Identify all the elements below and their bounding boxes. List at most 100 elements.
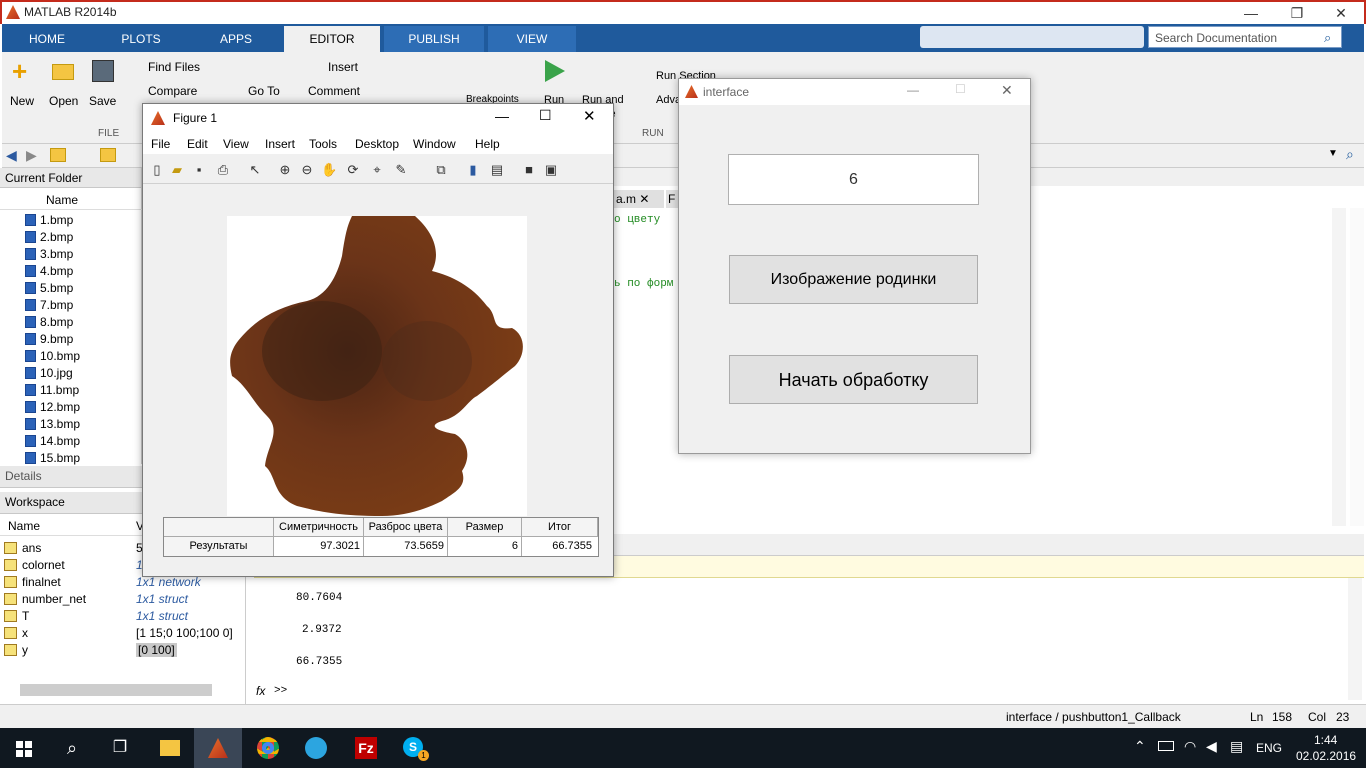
menu-tools[interactable]: Tools	[309, 137, 337, 151]
result-field[interactable]: 6	[728, 154, 979, 205]
pan-icon[interactable]: ✋	[321, 162, 337, 178]
show-plot-tools-icon[interactable]: ▣	[543, 162, 559, 178]
start-button[interactable]	[0, 728, 48, 768]
skype-icon[interactable]: S 1	[390, 728, 438, 768]
file-item[interactable]: 13.bmp	[25, 417, 80, 431]
back-arrow-icon[interactable]: ◀	[6, 147, 17, 164]
menu-insert[interactable]: Insert	[265, 137, 295, 151]
data-cursor-icon[interactable]: ⌖	[369, 162, 385, 178]
forward-arrow-icon[interactable]: ▶	[26, 147, 37, 164]
go-to-button[interactable]: Go To	[248, 84, 280, 98]
run-icon[interactable]	[545, 60, 565, 82]
interface-minimize-button[interactable]: —	[907, 83, 919, 97]
fx-icon[interactable]: fx	[256, 684, 265, 698]
tray-chevron-icon[interactable]: ⌃	[1134, 738, 1146, 755]
file-explorer-icon[interactable]	[146, 728, 194, 768]
language-indicator[interactable]: ENG	[1256, 741, 1282, 755]
menu-edit[interactable]: Edit	[187, 137, 208, 151]
chrome-icon[interactable]	[244, 728, 292, 768]
command-scrollbar[interactable]	[1348, 578, 1362, 700]
details-header[interactable]: Details	[0, 466, 142, 488]
file-item[interactable]: 11.bmp	[25, 383, 79, 397]
cell-color-spread[interactable]: 73.5659	[364, 537, 448, 556]
legend-icon[interactable]: ▤	[489, 162, 505, 178]
new-button[interactable]: New	[10, 94, 34, 108]
new-plus-icon[interactable]: +	[12, 58, 34, 84]
mole-image-button[interactable]: Изображение родинки	[729, 255, 978, 304]
volume-icon[interactable]: ◀	[1206, 738, 1217, 755]
start-processing-button[interactable]: Начать обработку	[729, 355, 978, 404]
file-item[interactable]: 3.bmp	[25, 247, 73, 261]
search-icon[interactable]: ⌕	[1324, 30, 1331, 46]
address-dropdown-icon[interactable]: ▼	[1328, 148, 1338, 159]
restore-button[interactable]: ❐	[1274, 2, 1320, 24]
battery-icon[interactable]	[1158, 741, 1174, 751]
matlab-taskbar-icon[interactable]	[194, 728, 242, 768]
new-figure-icon[interactable]: ▯	[149, 162, 165, 178]
up-folder-icon[interactable]	[50, 148, 66, 162]
figure-close-button[interactable]: ✕	[583, 107, 596, 125]
file-item[interactable]: 4.bmp	[25, 264, 73, 278]
address-search-icon[interactable]: ⌕	[1346, 146, 1354, 163]
workspace-row[interactable]: y [0 100]	[0, 642, 246, 659]
file-item[interactable]: 7.bmp	[25, 298, 73, 312]
cell-symmetry[interactable]: 97.3021	[274, 537, 364, 556]
save-figure-icon[interactable]: ▪	[191, 162, 207, 178]
command-prompt[interactable]: >>	[274, 685, 287, 697]
open-file-icon[interactable]: ▰	[169, 162, 185, 178]
file-item[interactable]: 2.bmp	[25, 230, 73, 244]
file-item[interactable]: 1.bmp	[25, 213, 73, 227]
workspace-row[interactable]: T 1x1 struct	[0, 608, 246, 625]
search-taskbar-icon[interactable]: ⌕	[48, 728, 96, 768]
hide-plot-tools-icon[interactable]: ■	[521, 162, 537, 178]
compare-button[interactable]: Compare	[148, 84, 197, 98]
name-column-header[interactable]: Name	[0, 190, 142, 210]
task-view-icon[interactable]: ❐	[96, 728, 144, 768]
command-window[interactable]: 80.7604 2.9372 66.7355 fx >>	[254, 578, 1364, 704]
find-files-button[interactable]: Find Files	[148, 60, 200, 74]
editor-tab-f[interactable]: F	[666, 190, 678, 208]
tab-plots[interactable]: PLOTS	[94, 26, 188, 52]
cell-total[interactable]: 66.7355	[522, 537, 598, 556]
clock-time[interactable]: 1:44	[1314, 733, 1337, 747]
brush-icon[interactable]: ✎	[393, 162, 409, 178]
browse-folder-icon[interactable]	[100, 148, 116, 162]
close-button[interactable]: ✕	[1318, 2, 1364, 24]
code-analyzer-bar[interactable]	[1350, 208, 1364, 526]
save-disk-icon[interactable]	[92, 60, 114, 82]
insert-button[interactable]: Insert	[328, 60, 358, 74]
file-item[interactable]: 14.bmp	[25, 434, 80, 448]
tab-home[interactable]: HOME	[2, 26, 92, 52]
editor-tab-am[interactable]: a.m ✕	[614, 190, 664, 208]
menu-window[interactable]: Window	[413, 137, 456, 151]
menu-help[interactable]: Help	[475, 137, 500, 151]
figure-minimize-button[interactable]: —	[495, 108, 509, 124]
menu-view[interactable]: View	[223, 137, 249, 151]
open-folder-icon[interactable]	[52, 64, 74, 80]
file-item[interactable]: 10.jpg	[25, 366, 73, 380]
horizontal-scrollbar[interactable]	[20, 684, 212, 696]
interface-maximize-button[interactable]: ☐	[955, 82, 966, 96]
search-documentation-input[interactable]: Search Documentation	[1148, 26, 1342, 48]
menu-file[interactable]: File	[151, 137, 170, 151]
tab-editor[interactable]: EDITOR	[284, 26, 380, 52]
filezilla-icon[interactable]: Fz	[342, 728, 390, 768]
tab-view[interactable]: VIEW	[488, 26, 576, 52]
tab-publish[interactable]: PUBLISH	[384, 26, 484, 52]
rotate-icon[interactable]: ⟳	[345, 162, 361, 178]
menu-desktop[interactable]: Desktop	[355, 137, 399, 151]
tab-apps[interactable]: APPS	[190, 26, 282, 52]
file-item[interactable]: 9.bmp	[25, 332, 73, 346]
zoom-in-icon[interactable]: ⊕	[277, 162, 293, 178]
comment-button[interactable]: Comment	[308, 84, 360, 98]
cell-size[interactable]: 6	[448, 537, 522, 556]
clock-date[interactable]: 02.02.2016	[1296, 749, 1356, 763]
file-item[interactable]: 10.bmp	[25, 349, 80, 363]
workspace-row[interactable]: number_net 1x1 struct	[0, 591, 246, 608]
file-item[interactable]: 8.bmp	[25, 315, 73, 329]
wifi-icon[interactable]: ◠	[1184, 738, 1196, 755]
workspace-row[interactable]: x [1 15;0 100;100 0]	[0, 625, 246, 642]
figure-maximize-button[interactable]: ☐	[539, 107, 552, 124]
save-button[interactable]: Save	[89, 94, 116, 108]
pointer-icon[interactable]: ↖	[247, 162, 263, 178]
